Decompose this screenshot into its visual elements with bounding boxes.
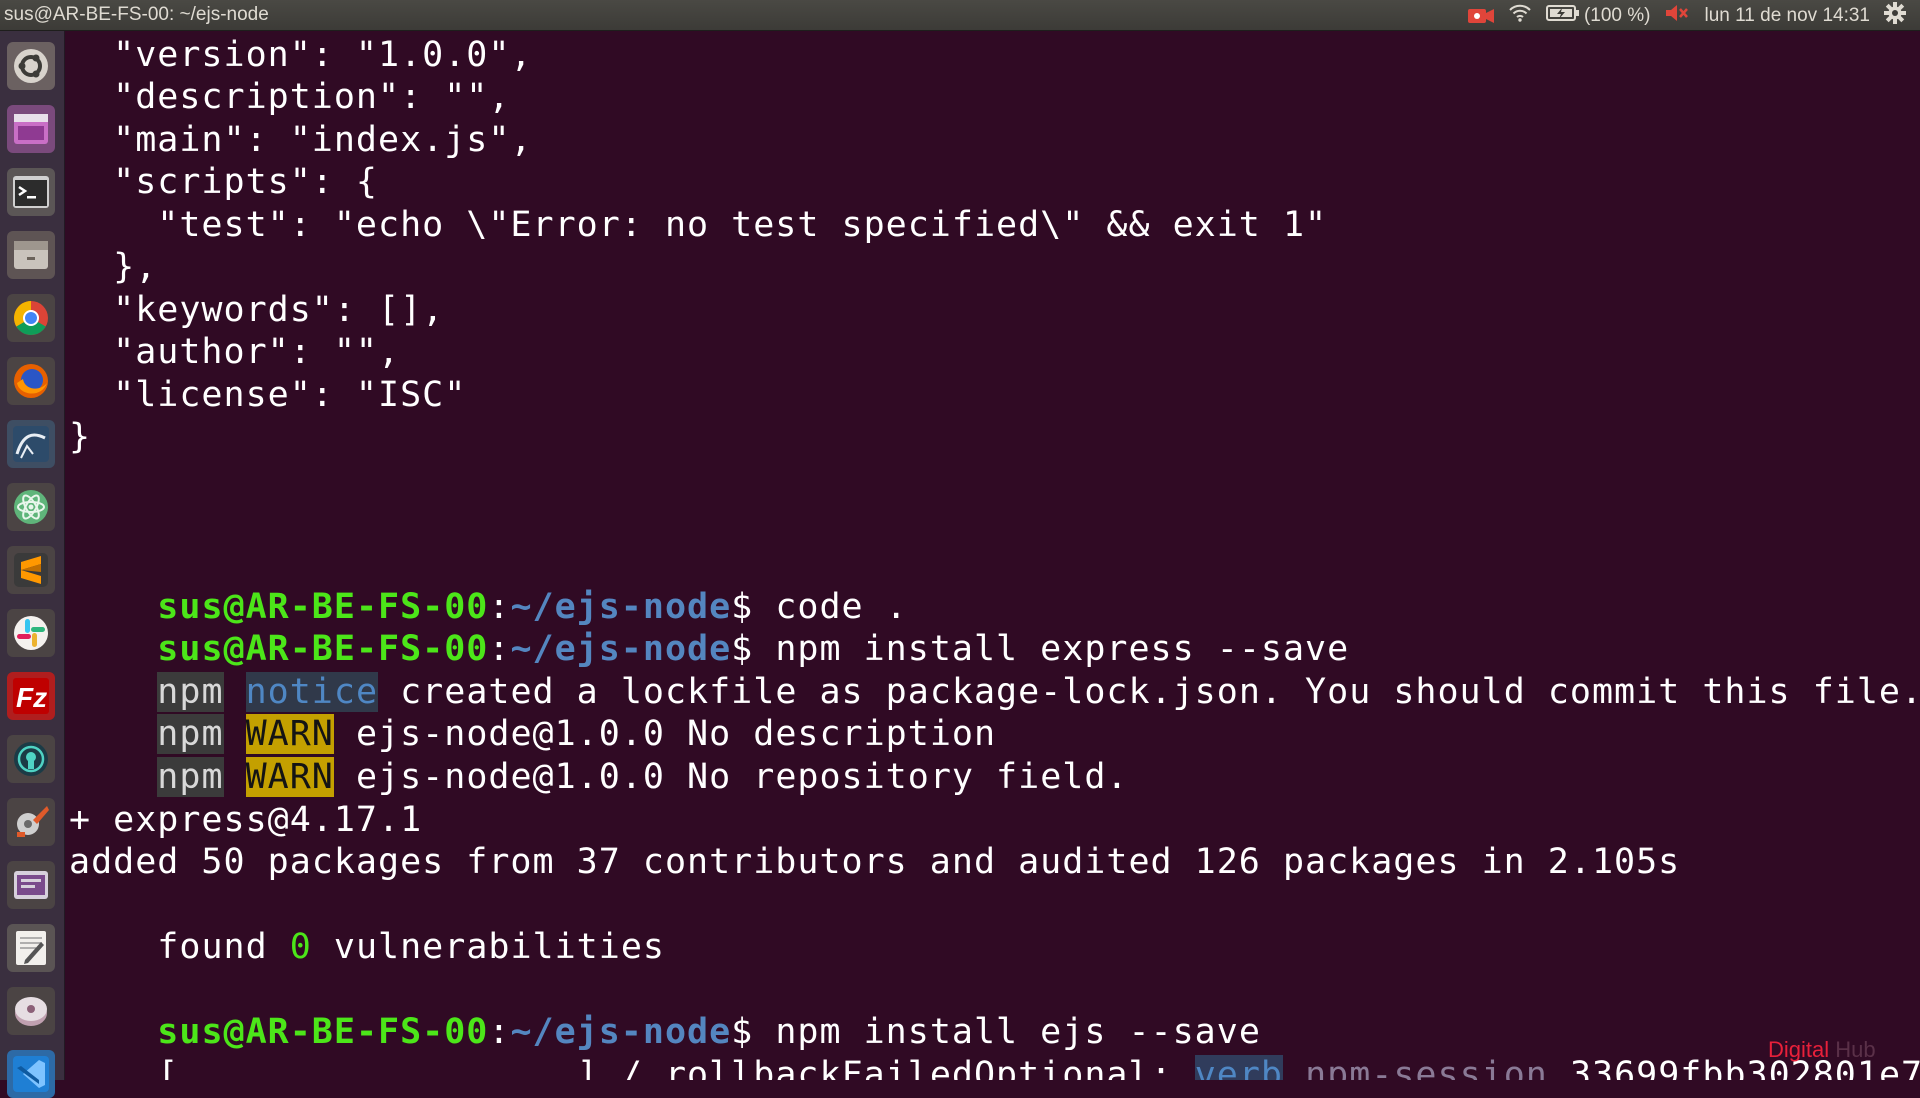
- files-icon[interactable]: [7, 231, 55, 279]
- atom-icon[interactable]: [7, 483, 55, 531]
- vulnerabilities-line: found 0 vulnerabilities: [69, 884, 665, 967]
- window-title: sus@AR-BE-FS-00: ~/ejs-node: [4, 4, 269, 25]
- npm-warn-line: npm WARN ejs-node@1.0.0 No repository fi…: [69, 714, 1128, 797]
- vulnerability-count: 0: [289, 927, 312, 967]
- progress-open-bracket: [: [157, 1055, 180, 1080]
- json-line: "keywords": [],: [69, 290, 445, 330]
- battery-percentage: (100 %): [1583, 4, 1651, 26]
- json-line: "test": "echo \"Error: no test specified…: [69, 205, 1328, 245]
- json-line: "author": "",: [69, 332, 401, 372]
- svg-text:Fz: Fz: [16, 682, 47, 713]
- wifi-icon[interactable]: [1508, 3, 1532, 29]
- npm-notice-line: npm notice created a lockfile as package…: [69, 629, 1920, 712]
- watermark-text: Digital: [1768, 1037, 1830, 1062]
- settings-gear-icon[interactable]: [1884, 1, 1906, 30]
- npm-progress-line: [..................] / rollbackFailedOpt…: [69, 1012, 1920, 1080]
- npm-prefix: npm: [157, 757, 224, 797]
- progress-bar-dots: ..................: [179, 1055, 577, 1080]
- watermark-text-2: Hub: [1835, 1037, 1876, 1062]
- battery-icon[interactable]: [1545, 4, 1580, 28]
- prompt-line: sus@AR-BE-FS-00:~/ejs-node$ npm install …: [69, 586, 1349, 669]
- found-prefix: found: [157, 927, 290, 967]
- warn-text: ejs-node@1.0.0 No repository field.: [333, 757, 1129, 797]
- installed-package-line: + express@4.17.1: [69, 800, 423, 840]
- clock[interactable]: lun 11 de nov 14:31: [1704, 5, 1870, 27]
- launcher: Fz: [0, 31, 65, 1098]
- vscode-icon[interactable]: [7, 1050, 55, 1098]
- chrome-icon[interactable]: [7, 294, 55, 342]
- mysql-workbench-icon[interactable]: [7, 420, 55, 468]
- json-line: "license": "ISC": [69, 375, 467, 415]
- record-icon[interactable]: [1467, 7, 1494, 25]
- progress-spinner: /: [598, 1055, 665, 1080]
- added-packages-line: added 50 packages from 37 contributors a…: [69, 842, 1681, 882]
- warn-tag: WARN: [245, 757, 334, 797]
- screenshot-tool-icon[interactable]: [7, 861, 55, 909]
- terminal-icon[interactable]: [7, 168, 55, 216]
- prompt-line: sus@AR-BE-FS-00:~/ejs-node$ npm install …: [69, 969, 1261, 1052]
- ubuntu-dash-icon[interactable]: [7, 42, 55, 90]
- system-settings-icon[interactable]: [7, 798, 55, 846]
- session-label: npm-session: [1283, 1055, 1570, 1080]
- sublime-text-icon[interactable]: [7, 546, 55, 594]
- slack-icon[interactable]: [7, 609, 55, 657]
- indicator-area: (100 %) lun 11 de nov 14:31: [1467, 0, 1920, 31]
- json-closing-brace: }: [69, 417, 92, 457]
- filezilla-icon[interactable]: Fz: [7, 672, 55, 720]
- volume-muted-icon[interactable]: [1664, 3, 1690, 29]
- npm-warn-line: npm WARN ejs-node@1.0.0 No description: [69, 671, 996, 754]
- progress-close-bracket: ]: [576, 1055, 599, 1080]
- json-line: },: [69, 247, 158, 287]
- prompt-line: sus@AR-BE-FS-00:~/ejs-node$ code .: [69, 544, 908, 627]
- firefox-icon[interactable]: [7, 357, 55, 405]
- verb-tag: verb: [1194, 1055, 1283, 1080]
- json-line: "description": "",: [69, 77, 511, 117]
- text-editor-icon[interactable]: [7, 924, 55, 972]
- video-player-icon[interactable]: [7, 105, 55, 153]
- terminal-window[interactable]: "version": "1.0.0", "description": "", "…: [66, 31, 1920, 1080]
- watermark-logo: Digital Hub: [1768, 1037, 1876, 1063]
- gitkraken-icon[interactable]: [7, 735, 55, 783]
- json-line: "main": "index.js",: [69, 120, 533, 160]
- disk-icon[interactable]: [7, 987, 55, 1035]
- json-line: "version": "1.0.0",: [69, 35, 533, 75]
- json-line: "scripts": {: [69, 162, 379, 202]
- found-suffix: vulnerabilities: [311, 927, 665, 967]
- top-panel: sus@AR-BE-FS-00: ~/ejs-node (100 %) lun …: [0, 0, 1920, 31]
- progress-stage: rollbackFailedOptional:: [664, 1055, 1195, 1080]
